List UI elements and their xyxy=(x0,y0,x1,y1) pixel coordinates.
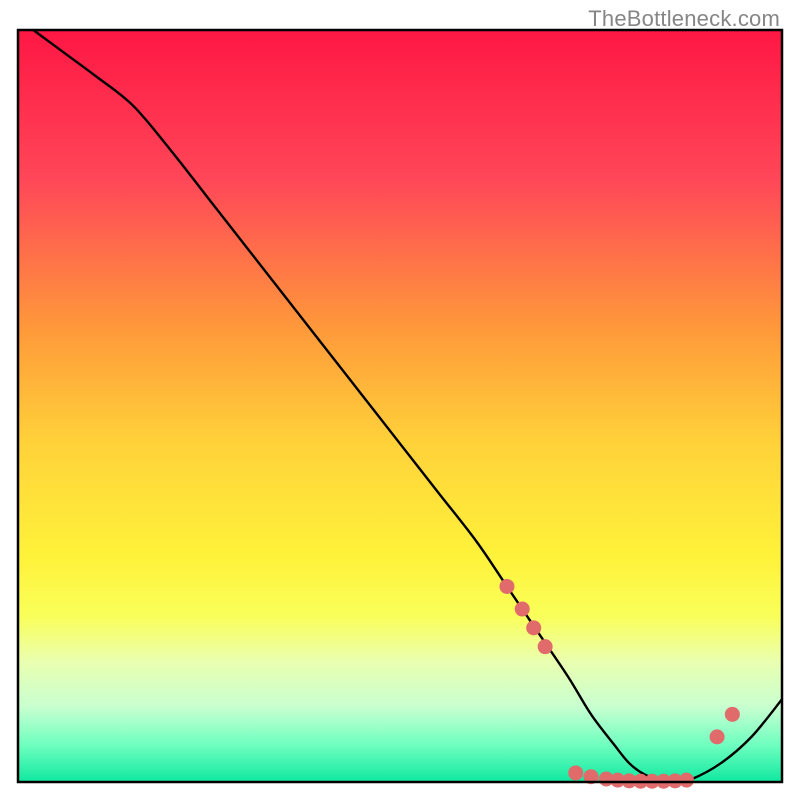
plot-area xyxy=(18,30,782,789)
chart-svg xyxy=(0,0,800,800)
marker-dot xyxy=(710,729,725,744)
marker-dot xyxy=(538,639,553,654)
marker-dot xyxy=(515,602,530,617)
marker-dot xyxy=(568,765,583,780)
marker-dot xyxy=(499,579,514,594)
marker-dot xyxy=(679,773,694,788)
marker-dot xyxy=(526,620,541,635)
gradient-background xyxy=(18,30,782,782)
watermark-text: TheBottleneck.com xyxy=(588,6,780,32)
chart-container: TheBottleneck.com xyxy=(0,0,800,800)
marker-dot xyxy=(725,707,740,722)
